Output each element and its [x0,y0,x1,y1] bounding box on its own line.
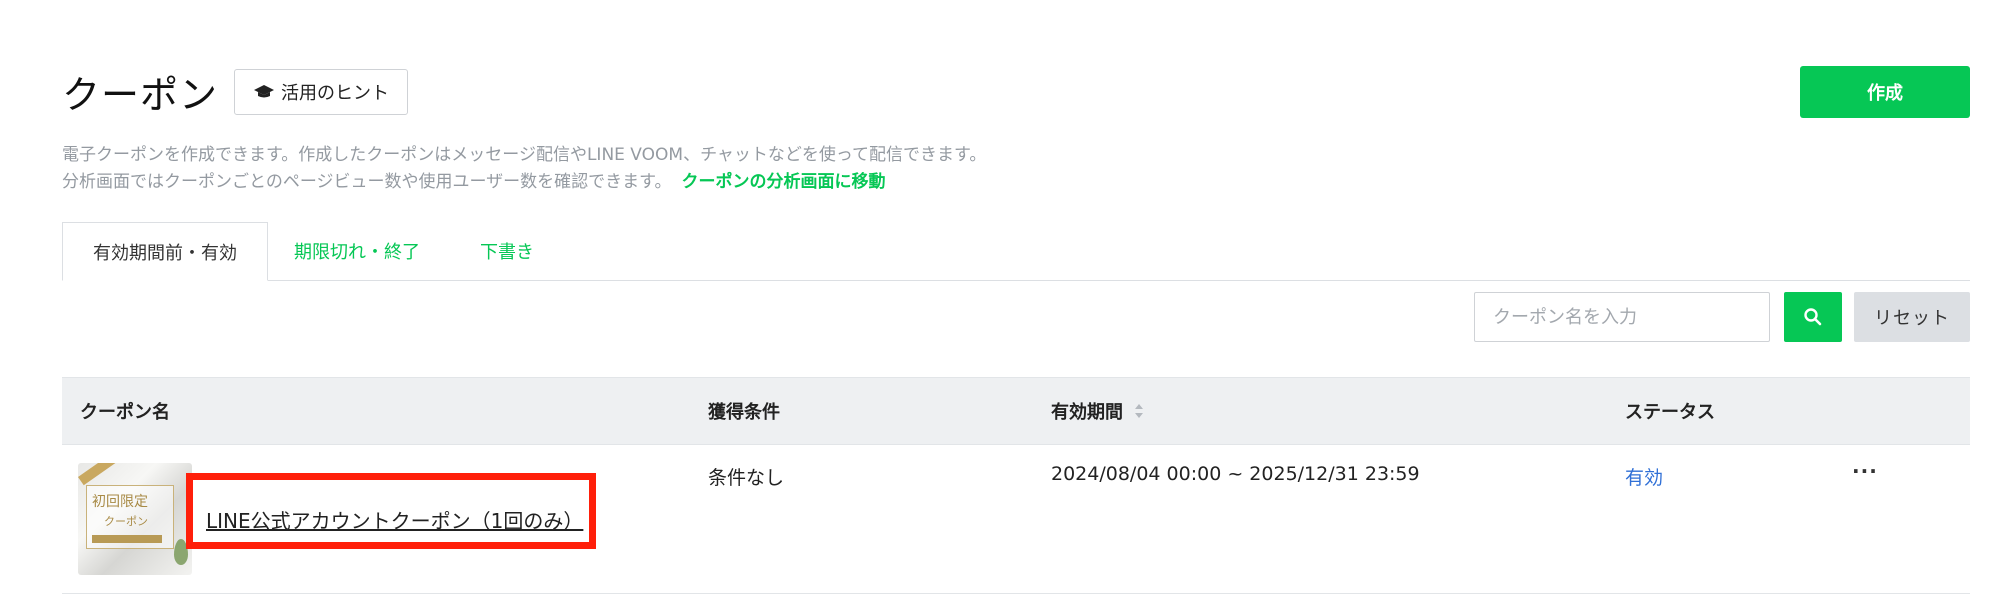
thumbnail-text-1: 初回限定 [92,494,148,510]
column-header-status: ステータス [1625,402,1715,423]
tab-bar: 有効期間前・有効 期限切れ・終了 下書き [62,222,1970,281]
create-button[interactable]: 作成 [1800,66,1970,118]
coupon-search-input[interactable] [1474,292,1770,342]
search-icon [1804,308,1822,326]
coupon-period: 2024/08/04 00:00 ~ 2025/12/31 23:59 [1051,463,1420,485]
page-title: クーポン [62,73,219,117]
description-line-1: 電子クーポンを作成できます。作成したクーポンはメッセージ配信やLINE VOOM… [62,145,987,165]
hint-button-label: 活用のヒント [281,82,390,104]
graduation-cap-icon [254,84,275,97]
column-header-period-label: 有効期間 [1051,402,1123,423]
column-header-period[interactable]: 有効期間 [1051,378,1145,444]
table-header: クーポン名 獲得条件 有効期間 ステータス [62,377,1970,445]
column-header-condition: 獲得条件 [708,402,780,423]
coupon-thumbnail: 初回限定 クーポン [78,463,192,575]
tab-expired[interactable]: 期限切れ・終了 [294,222,420,280]
description-line-2: 分析画面ではクーポンごとのページビュー数や使用ユーザー数を確認できます。 クーポン… [62,169,986,196]
description-line-2-text: 分析画面ではクーポンごとのページビュー数や使用ユーザー数を確認できます。 [62,172,672,192]
thumbnail-ribbon [78,463,117,486]
tab-drafts[interactable]: 下書き [480,222,534,280]
column-header-name: クーポン名 [80,402,170,423]
search-button[interactable] [1784,292,1842,342]
thumbnail-text-2: クーポン [104,515,148,528]
more-horizontal-icon[interactable]: ··· [1852,459,1878,483]
analytics-link[interactable]: クーポンの分析画面に移動 [681,172,885,192]
thumbnail-leaf [174,539,188,565]
page-description: 電子クーポンを作成できます。作成したクーポンはメッセージ配信やLINE VOOM… [62,142,986,196]
status-badge: 有効 [1625,467,1664,489]
coupon-condition: 条件なし [708,467,785,489]
reset-button[interactable]: リセット [1854,292,1970,342]
hint-button[interactable]: 活用のヒント [234,68,409,115]
tab-active-period[interactable]: 有効期間前・有効 [62,222,268,281]
sort-icon[interactable] [1133,402,1145,420]
thumbnail-band [92,535,162,543]
page-header: クーポン 活用のヒント [62,64,409,119]
coupon-name-link[interactable]: LINE公式アカウントクーポン（1回のみ） [206,505,583,534]
